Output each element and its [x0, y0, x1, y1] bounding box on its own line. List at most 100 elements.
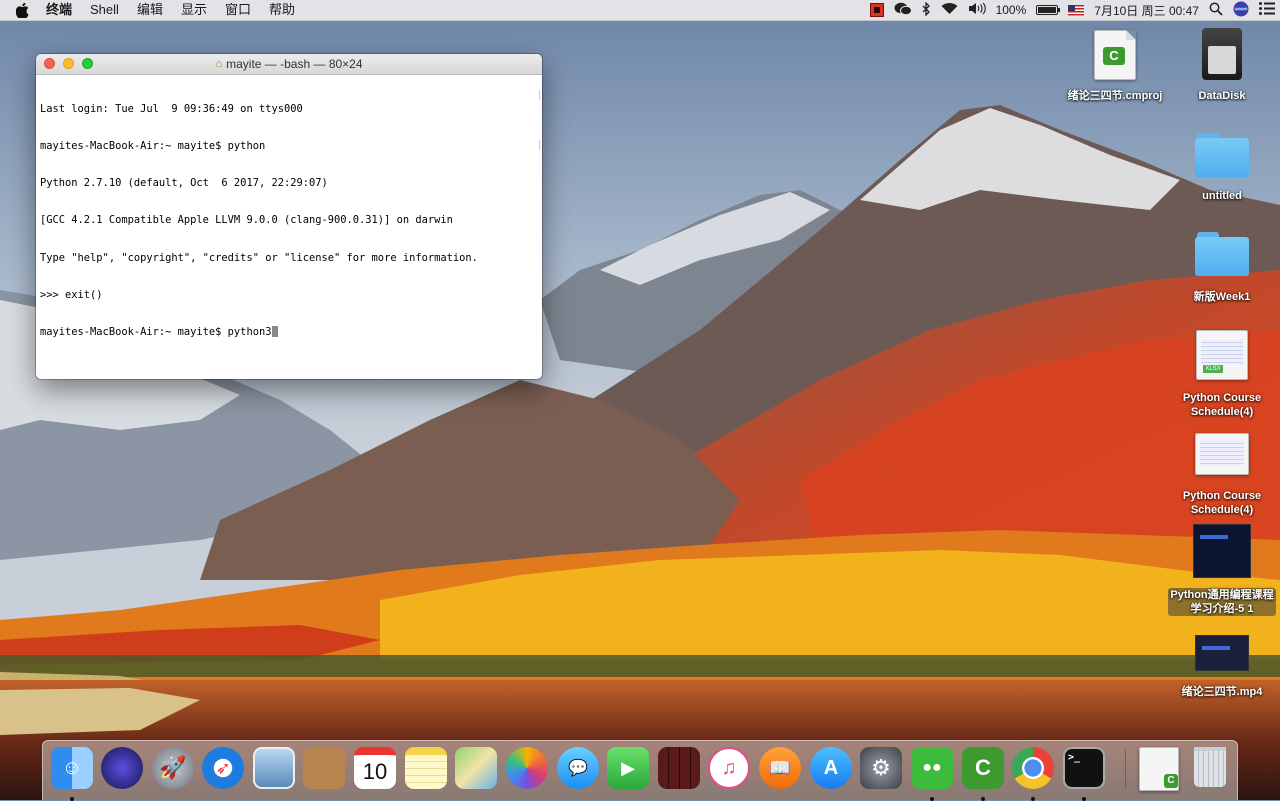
video-camera-icon: ▶ — [607, 747, 649, 789]
desktop-icon-mp4[interactable]: 绪论三四节.mp4 — [1168, 635, 1276, 699]
dock-finder[interactable]: ☺ — [51, 747, 93, 801]
rocket-icon: 🚀 — [152, 747, 194, 789]
terminal-window[interactable]: ⌂ mayite — -bash — 80×24 Last login: Tue… — [36, 54, 542, 379]
desktop-icon-week1[interactable]: 新版Week1 — [1180, 232, 1264, 304]
scroll-mark — [539, 90, 540, 100]
finder-icon: ☺ — [51, 747, 93, 789]
dock-terminal[interactable]: >_ — [1063, 747, 1105, 801]
us-flag-icon[interactable] — [1068, 4, 1085, 16]
menu-shell[interactable]: Shell — [81, 0, 128, 20]
dock-photos[interactable] — [506, 747, 548, 789]
dock-safari[interactable]: ➶ — [202, 747, 244, 789]
desktop-icon-xlsx[interactable]: XLSX Python Course Schedule(4) — [1168, 330, 1276, 419]
video-thumbnail-icon — [1193, 524, 1251, 578]
minimize-button[interactable] — [63, 58, 74, 69]
folder-icon — [1195, 133, 1249, 177]
apple-icon[interactable] — [16, 2, 30, 18]
running-indicator — [1082, 797, 1086, 801]
terminal-title: mayite — -bash — 80×24 — [226, 57, 363, 71]
terminal-line: Python 2.7.10 (default, Oct 6 2017, 22:2… — [40, 177, 328, 190]
terminal-line: mayites-MacBook-Air:~ mayite$ python — [40, 140, 266, 153]
dock: ☺ 🚀 ➶ 10 💬 ▶ ♫ 📖 A ⚙ ●● C >_ C — [42, 740, 1238, 801]
desktop-icon-cmproj[interactable]: C 绪论三四节.cmproj — [1060, 30, 1170, 103]
dock-notes[interactable] — [405, 747, 447, 789]
dock-siri[interactable] — [101, 747, 143, 789]
dock-separator — [1125, 749, 1126, 789]
battery-icon[interactable] — [1036, 5, 1061, 15]
running-indicator — [930, 797, 934, 801]
dock-ibooks[interactable]: 📖 — [759, 747, 801, 789]
book-icon: 📖 — [759, 747, 801, 789]
menu-app-name[interactable]: 终端 — [42, 0, 81, 20]
dock-document[interactable]: C — [1137, 747, 1179, 791]
dock-app-store[interactable]: A — [810, 747, 852, 789]
document-icon: C — [1139, 747, 1179, 791]
battery-percent: 100% — [995, 3, 1027, 17]
dock-trash[interactable] — [1189, 747, 1231, 789]
search-icon[interactable] — [1209, 2, 1223, 19]
dock-calendar[interactable]: 10 — [354, 747, 396, 789]
desktop-icon-label: Python Course Schedule(4) — [1182, 392, 1262, 418]
dock-chrome[interactable] — [1012, 747, 1054, 801]
close-button[interactable] — [44, 58, 55, 69]
dock-system-preferences[interactable]: ⚙ — [860, 747, 902, 789]
menu-help[interactable]: 帮助 — [260, 0, 304, 20]
app-store-icon: A — [810, 747, 852, 789]
terminal-line: >>> exit() — [40, 288, 103, 301]
recorder-icon[interactable] — [869, 3, 884, 17]
notes-icon — [405, 747, 447, 789]
home-folder-icon: ⌂ — [215, 58, 223, 70]
disk-icon — [1202, 28, 1242, 80]
terminal-titlebar[interactable]: ⌂ mayite — -bash — 80×24 — [36, 54, 542, 75]
spreadsheet-preview-icon — [1195, 433, 1249, 475]
dock-wechat[interactable]: ●● — [911, 747, 953, 801]
photo-booth-icon — [658, 747, 700, 789]
running-indicator — [70, 797, 74, 801]
volume-icon[interactable] — [968, 2, 986, 18]
scroll-mark — [539, 140, 540, 150]
siri-icon[interactable] — [1233, 1, 1249, 20]
dock-contacts[interactable] — [303, 747, 345, 789]
desktop-icon-label: Python通用编程课程学习介绍-5 1 — [1168, 588, 1276, 616]
menu-window[interactable]: 窗口 — [216, 0, 260, 20]
desktop-icon-label: DataDisk — [1198, 90, 1246, 102]
terminal-line: Type "help", "copyright", "credits" or "… — [40, 251, 478, 264]
wechat-icon[interactable] — [894, 2, 912, 19]
camtasia-project-icon: C — [1094, 30, 1136, 80]
dock-preview[interactable] — [253, 747, 295, 789]
desktop-icon-sheet[interactable]: Python Course Schedule(4) — [1168, 433, 1276, 517]
desktop-icon-datadisk[interactable]: DataDisk — [1185, 28, 1259, 103]
desktop-icon-label: 新版Week1 — [1193, 291, 1251, 303]
camtasia-icon: C — [962, 747, 1004, 789]
music-note-icon: ♫ — [708, 747, 750, 789]
bluetooth-icon[interactable] — [922, 0, 931, 19]
contacts-icon — [303, 747, 345, 789]
terminal-prompt-line[interactable]: mayites-MacBook-Air:~ mayite$ python3 — [40, 326, 538, 338]
zoom-button[interactable] — [82, 58, 93, 69]
menu-view[interactable]: 显示 — [172, 0, 216, 20]
wifi-icon[interactable] — [941, 2, 958, 18]
folder-icon — [1195, 232, 1249, 276]
dock-launchpad[interactable]: 🚀 — [152, 747, 194, 789]
desktop-icon-untitled[interactable]: untitled — [1185, 133, 1259, 203]
wechat-icon: ●● — [911, 747, 953, 789]
dock-facetime[interactable]: ▶ — [607, 747, 649, 789]
terminal-current-command: mayites-MacBook-Air:~ mayite$ python3 — [40, 326, 272, 339]
menubar-clock[interactable]: 7月10日 周三 00:47 — [1094, 2, 1199, 19]
preview-icon — [253, 747, 295, 789]
dock-photo-booth[interactable] — [658, 747, 700, 789]
dock-camtasia[interactable]: C — [962, 747, 1004, 801]
dock-maps[interactable] — [455, 747, 497, 789]
terminal-output[interactable]: Last login: Tue Jul 9 09:36:49 on ttys00… — [36, 75, 542, 366]
menu-edit[interactable]: 编辑 — [128, 0, 172, 20]
dock-itunes[interactable]: ♫ — [708, 747, 750, 789]
dock-messages[interactable]: 💬 — [557, 747, 599, 789]
calendar-icon: 10 — [354, 747, 396, 789]
text-cursor — [272, 326, 279, 338]
notification-list-icon[interactable] — [1259, 2, 1275, 18]
photos-icon — [506, 747, 548, 789]
terminal-line: Last login: Tue Jul 9 09:36:49 on ttys00… — [40, 102, 303, 115]
video-thumbnail-icon — [1195, 635, 1249, 671]
chrome-icon — [1012, 747, 1054, 789]
desktop-icon-intro-video[interactable]: Python通用编程课程学习介绍-5 1 — [1168, 524, 1276, 616]
